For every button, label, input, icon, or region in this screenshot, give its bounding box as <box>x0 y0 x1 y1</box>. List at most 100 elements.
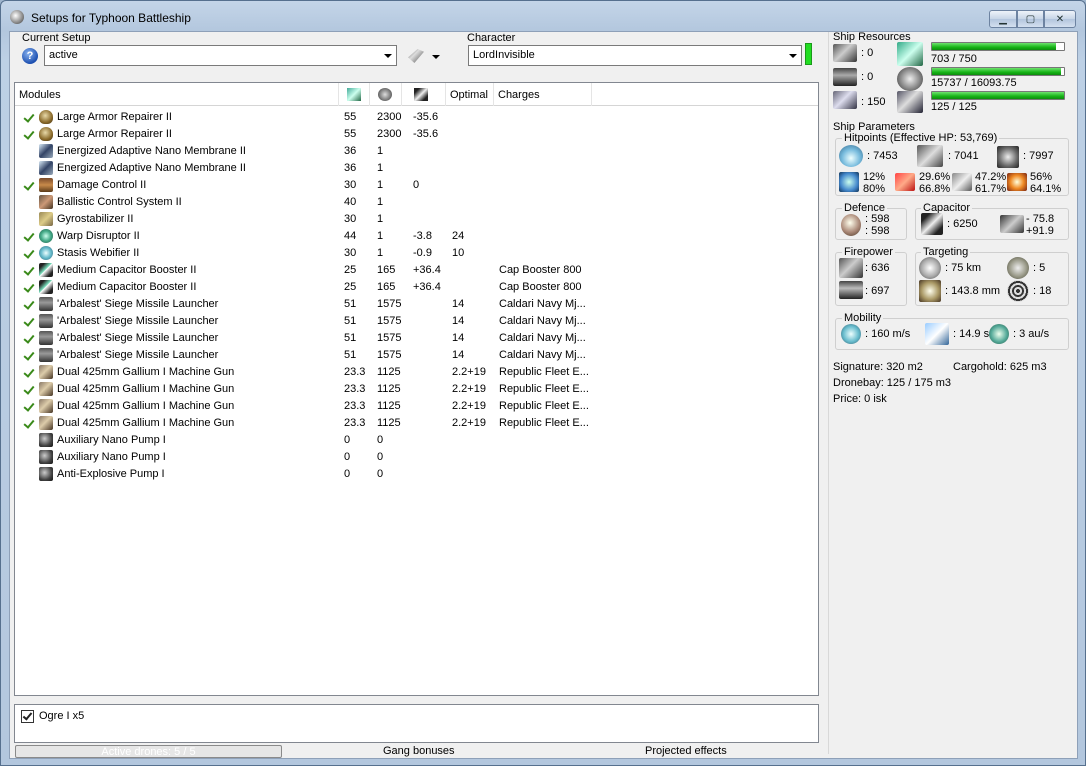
drone-item[interactable]: Ogre I x5 <box>39 710 84 722</box>
module-row[interactable]: Dual 425mm Gallium I Machine Gun 23.3 1125… <box>15 381 818 398</box>
module-row[interactable]: Auxiliary Nano Pump I 0 0 <box>15 432 818 449</box>
module-row[interactable]: Warp Disruptor II 44 1 -3.8 24 <box>15 228 818 245</box>
character-select[interactable]: LordInvisible <box>468 45 802 66</box>
header-optimal[interactable]: Optimal <box>446 83 494 106</box>
active-check-icon[interactable] <box>24 400 34 412</box>
module-row[interactable]: 'Arbalest' Siege Missile Launcher 51 1575 1… <box>15 347 818 364</box>
module-cpu: 23.3 <box>344 400 366 412</box>
module-powergrid: 1 <box>377 179 384 191</box>
capacitor-recharge-icon <box>1000 215 1024 233</box>
active-check-icon[interactable] <box>24 264 34 276</box>
module-row[interactable]: Energized Adaptive Nano Membrane II 36 1 <box>15 143 818 160</box>
header-cpu[interactable] <box>339 83 370 106</box>
module-row[interactable]: Dual 425mm Gallium I Machine Gun 23.3 1125… <box>15 415 818 432</box>
character-value: LordInvisible <box>473 49 535 61</box>
module-cpu: 51 <box>344 332 357 344</box>
active-check-icon[interactable] <box>24 128 34 140</box>
active-check-icon[interactable] <box>24 179 34 191</box>
module-name: Energized Adaptive Nano Membrane II <box>57 145 246 157</box>
minimize-button[interactable]: ▁ <box>989 10 1017 28</box>
header-modules[interactable]: Modules <box>15 83 339 106</box>
module-capacitor: -35.6 <box>413 111 439 123</box>
tab-active-drones[interactable]: Active drones: 5 / 5 <box>15 745 282 758</box>
module-name: 'Arbalest' Siege Missile Launcher <box>57 349 219 361</box>
module-name: Medium Capacitor Booster II <box>57 281 197 293</box>
active-check-icon[interactable] <box>24 281 34 293</box>
title-bar[interactable]: Setups for Typhoon Battleship ▁ ▢ ✕ <box>1 1 1085 31</box>
module-charges: Republic Fleet E... <box>499 383 589 395</box>
header-capacitor[interactable] <box>402 83 446 106</box>
module-row[interactable]: Large Armor Repairer II 55 2300 -35.6 <box>15 109 818 126</box>
module-row[interactable]: Medium Capacitor Booster II 25 165 +36.4 Cap… <box>15 279 818 296</box>
setup-select[interactable]: active <box>44 45 397 66</box>
tab-projected-effects[interactable]: Projected effects <box>645 745 727 757</box>
missile-launcher-icon <box>39 314 53 328</box>
tab-gang-bonuses[interactable]: Gang bonuses <box>383 745 455 757</box>
rig-icon <box>39 450 53 464</box>
hitpoints-title: Hitpoints (Effective HP: 53,769) <box>842 132 1000 144</box>
drones-panel: Ogre I x5 <box>14 704 819 743</box>
active-check-icon[interactable] <box>24 111 34 123</box>
maximize-button[interactable]: ▢ <box>1017 10 1044 28</box>
module-row[interactable]: 'Arbalest' Siege Missile Launcher 51 1575 1… <box>15 296 818 313</box>
module-row[interactable]: Anti-Explosive Pump I 0 0 <box>15 466 818 483</box>
module-name: Dual 425mm Gallium I Machine Gun <box>57 400 235 412</box>
align-time-icon <box>925 323 949 345</box>
module-row[interactable]: Medium Capacitor Booster II 25 165 +36.4 Cap… <box>15 262 818 279</box>
setup-tools-button[interactable] <box>406 46 446 66</box>
module-row[interactable]: Energized Adaptive Nano Membrane II 36 1 <box>15 160 818 177</box>
drone-checkbox[interactable] <box>21 710 34 723</box>
active-check-icon[interactable] <box>24 417 34 429</box>
active-check-icon[interactable] <box>24 349 34 361</box>
header-powergrid[interactable] <box>370 83 402 106</box>
module-charges: Republic Fleet E... <box>499 366 589 378</box>
module-row[interactable]: 'Arbalest' Siege Missile Launcher 51 1575 1… <box>15 330 818 347</box>
drone-bandwidth-icon <box>897 91 923 113</box>
kinetic-resist-shield: 47.2% <box>975 171 1007 183</box>
module-row[interactable]: 'Arbalest' Siege Missile Launcher 51 1575 1… <box>15 313 818 330</box>
sensor-strength: : 18 <box>1033 285 1052 297</box>
module-charges: Caldari Navy Mj... <box>499 349 586 361</box>
module-optimal: 14 <box>452 315 465 327</box>
module-name: Auxiliary Nano Pump I <box>57 451 166 463</box>
armor-hp: : 7041 <box>948 150 979 162</box>
header-charges[interactable]: Charges <box>494 83 592 106</box>
active-check-icon[interactable] <box>24 332 34 344</box>
active-check-icon[interactable] <box>24 366 34 378</box>
module-charges: Cap Booster 800 <box>499 281 582 293</box>
module-cpu: 0 <box>344 468 351 480</box>
module-name: Stasis Webifier II <box>57 247 140 259</box>
module-row[interactable]: Dual 425mm Gallium I Machine Gun 23.3 1125… <box>15 398 818 415</box>
help-icon[interactable]: ? <box>22 48 38 64</box>
close-button[interactable]: ✕ <box>1044 10 1076 28</box>
module-row[interactable]: Large Armor Repairer II 55 2300 -35.6 <box>15 126 818 143</box>
module-row[interactable]: Dual 425mm Gallium I Machine Gun 23.3 1125… <box>15 364 818 381</box>
defence-value-a: : 598 <box>865 213 890 225</box>
modules-list[interactable]: Modules Optimal Charges Large Armor Repa… <box>14 82 819 696</box>
module-name: Large Armor Repairer II <box>57 128 172 140</box>
thermal-resist-icon <box>895 173 915 191</box>
module-row[interactable]: Ballistic Control System II 40 1 <box>15 194 818 211</box>
module-optimal: 2.2+19 <box>452 417 486 429</box>
module-row[interactable]: Gyrostabilizer II 30 1 <box>15 211 818 228</box>
launcher-hardpoint-icon <box>833 68 857 86</box>
module-powergrid: 1575 <box>377 332 402 344</box>
module-name: Auxiliary Nano Pump I <box>57 434 166 446</box>
active-check-icon[interactable] <box>24 383 34 395</box>
active-check-icon[interactable] <box>24 315 34 327</box>
active-check-icon[interactable] <box>24 247 34 259</box>
calibration-icon <box>833 91 857 109</box>
module-charges: Republic Fleet E... <box>499 417 589 429</box>
cap-booster-icon <box>39 263 53 277</box>
module-row[interactable]: Stasis Webifier II 30 1 -0.9 10 <box>15 245 818 262</box>
defence-icon <box>841 214 861 236</box>
module-row[interactable]: Auxiliary Nano Pump I 0 0 <box>15 449 818 466</box>
em-resist-icon <box>839 172 859 192</box>
module-optimal: 2.2+19 <box>452 366 486 378</box>
active-check-icon[interactable] <box>24 298 34 310</box>
cpu-icon <box>897 42 923 66</box>
module-powergrid: 2300 <box>377 128 402 140</box>
capacitor-capacity: : 6250 <box>947 218 978 230</box>
active-check-icon[interactable] <box>24 230 34 242</box>
module-row[interactable]: Damage Control II 30 1 0 <box>15 177 818 194</box>
